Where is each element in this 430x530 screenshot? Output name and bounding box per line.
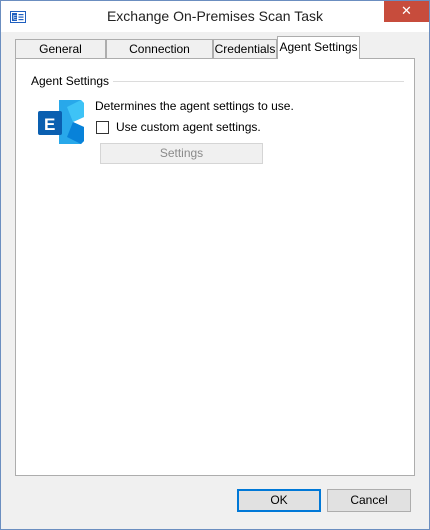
exchange-icon: E: [38, 100, 84, 144]
dialog-window: E Exchange On-Premises Scan Task ✕ Gener…: [0, 0, 430, 530]
settings-button[interactable]: Settings: [100, 143, 263, 164]
tab-credentials[interactable]: Credentials: [213, 39, 277, 58]
group-divider: [108, 81, 404, 82]
agent-settings-description: Determines the agent settings to use.: [95, 99, 294, 113]
group-title: Agent Settings: [31, 74, 114, 88]
ok-button[interactable]: OK: [237, 489, 321, 512]
tab-general-settings[interactable]: General Settings: [15, 39, 106, 74]
window-title: Exchange On-Premises Scan Task: [106, 8, 324, 24]
tab-connection-settings[interactable]: Connection Settings: [106, 39, 213, 74]
cancel-button[interactable]: Cancel: [327, 489, 411, 512]
custom-agent-settings-checkbox[interactable]: [96, 121, 109, 134]
tab-agent-settings[interactable]: Agent Settings: [277, 36, 360, 59]
agent-settings-panel: Agent Settings E Determines the agent se…: [15, 58, 415, 476]
custom-agent-settings-label[interactable]: Use custom agent settings.: [116, 120, 261, 134]
close-button[interactable]: ✕: [384, 1, 429, 22]
svg-text:E: E: [44, 115, 55, 134]
title-bar[interactable]: E Exchange On-Premises Scan Task ✕: [1, 1, 429, 32]
